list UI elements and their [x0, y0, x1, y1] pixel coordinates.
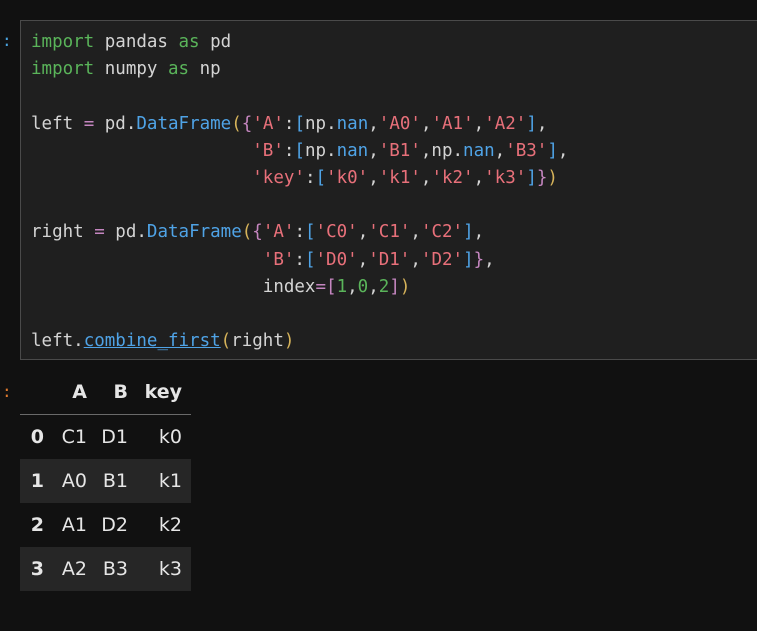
code-line: 'B':['D0','D1','D2']}, — [262, 249, 495, 270]
table-cell: k3 — [158, 558, 182, 580]
table-row: 2 A1 D2 k2 — [20, 503, 191, 547]
row-index: 3 — [30, 558, 44, 580]
code-line: index=[1,0,2]) — [31, 276, 411, 297]
code-line: left.combine_first(right) — [31, 331, 295, 352]
table-cell: C1 — [61, 426, 87, 448]
table-cell: A0 — [61, 470, 87, 492]
table-cell: D1 — [101, 426, 128, 448]
dataframe-output: A B key 0 C1 D1 k0 1 A0 B1 k1 2 A1 D2 k2… — [20, 370, 191, 591]
code-line: import numpy as np — [31, 59, 221, 80]
table-cell: B3 — [102, 558, 128, 580]
table-header-row: A B key — [20, 370, 191, 415]
column-header: key — [128, 370, 191, 415]
table-cell: k2 — [158, 514, 182, 536]
code-line: right = pd.DataFrame({'A':['C0','C1','C2… — [31, 222, 485, 243]
code-line: 'B':[np.nan,'B1',np.nan,'B3'], — [252, 140, 569, 161]
index-header — [20, 370, 44, 415]
table-row: 1 A0 B1 k1 — [20, 459, 191, 503]
row-index: 2 — [30, 514, 44, 536]
column-header: B — [87, 370, 128, 415]
code-cell[interactable]: import pandas as pd import numpy as np l… — [20, 20, 757, 360]
table-cell: k0 — [158, 426, 182, 448]
code-line: left = pd.DataFrame({'A':[np.nan,'A0','A… — [31, 113, 548, 134]
table-row: 0 C1 D1 k0 — [20, 415, 191, 460]
code-line: import pandas as pd — [31, 32, 232, 52]
row-index: 0 — [30, 426, 44, 448]
code-line: 'key':['k0','k1','k2','k3']}) — [252, 168, 558, 189]
output-prompt: : — [2, 382, 12, 401]
row-index: 1 — [30, 470, 44, 492]
code-editor[interactable]: import pandas as pd import numpy as np l… — [31, 29, 568, 355]
table-cell: B1 — [102, 470, 128, 492]
table-row: 3 A2 B3 k3 — [20, 547, 191, 591]
table-cell: k1 — [158, 470, 182, 492]
table-cell: A2 — [61, 558, 87, 580]
column-header: A — [44, 370, 87, 415]
input-prompt: : — [2, 31, 12, 50]
table-cell: A1 — [61, 514, 87, 536]
table-cell: D2 — [101, 514, 128, 536]
